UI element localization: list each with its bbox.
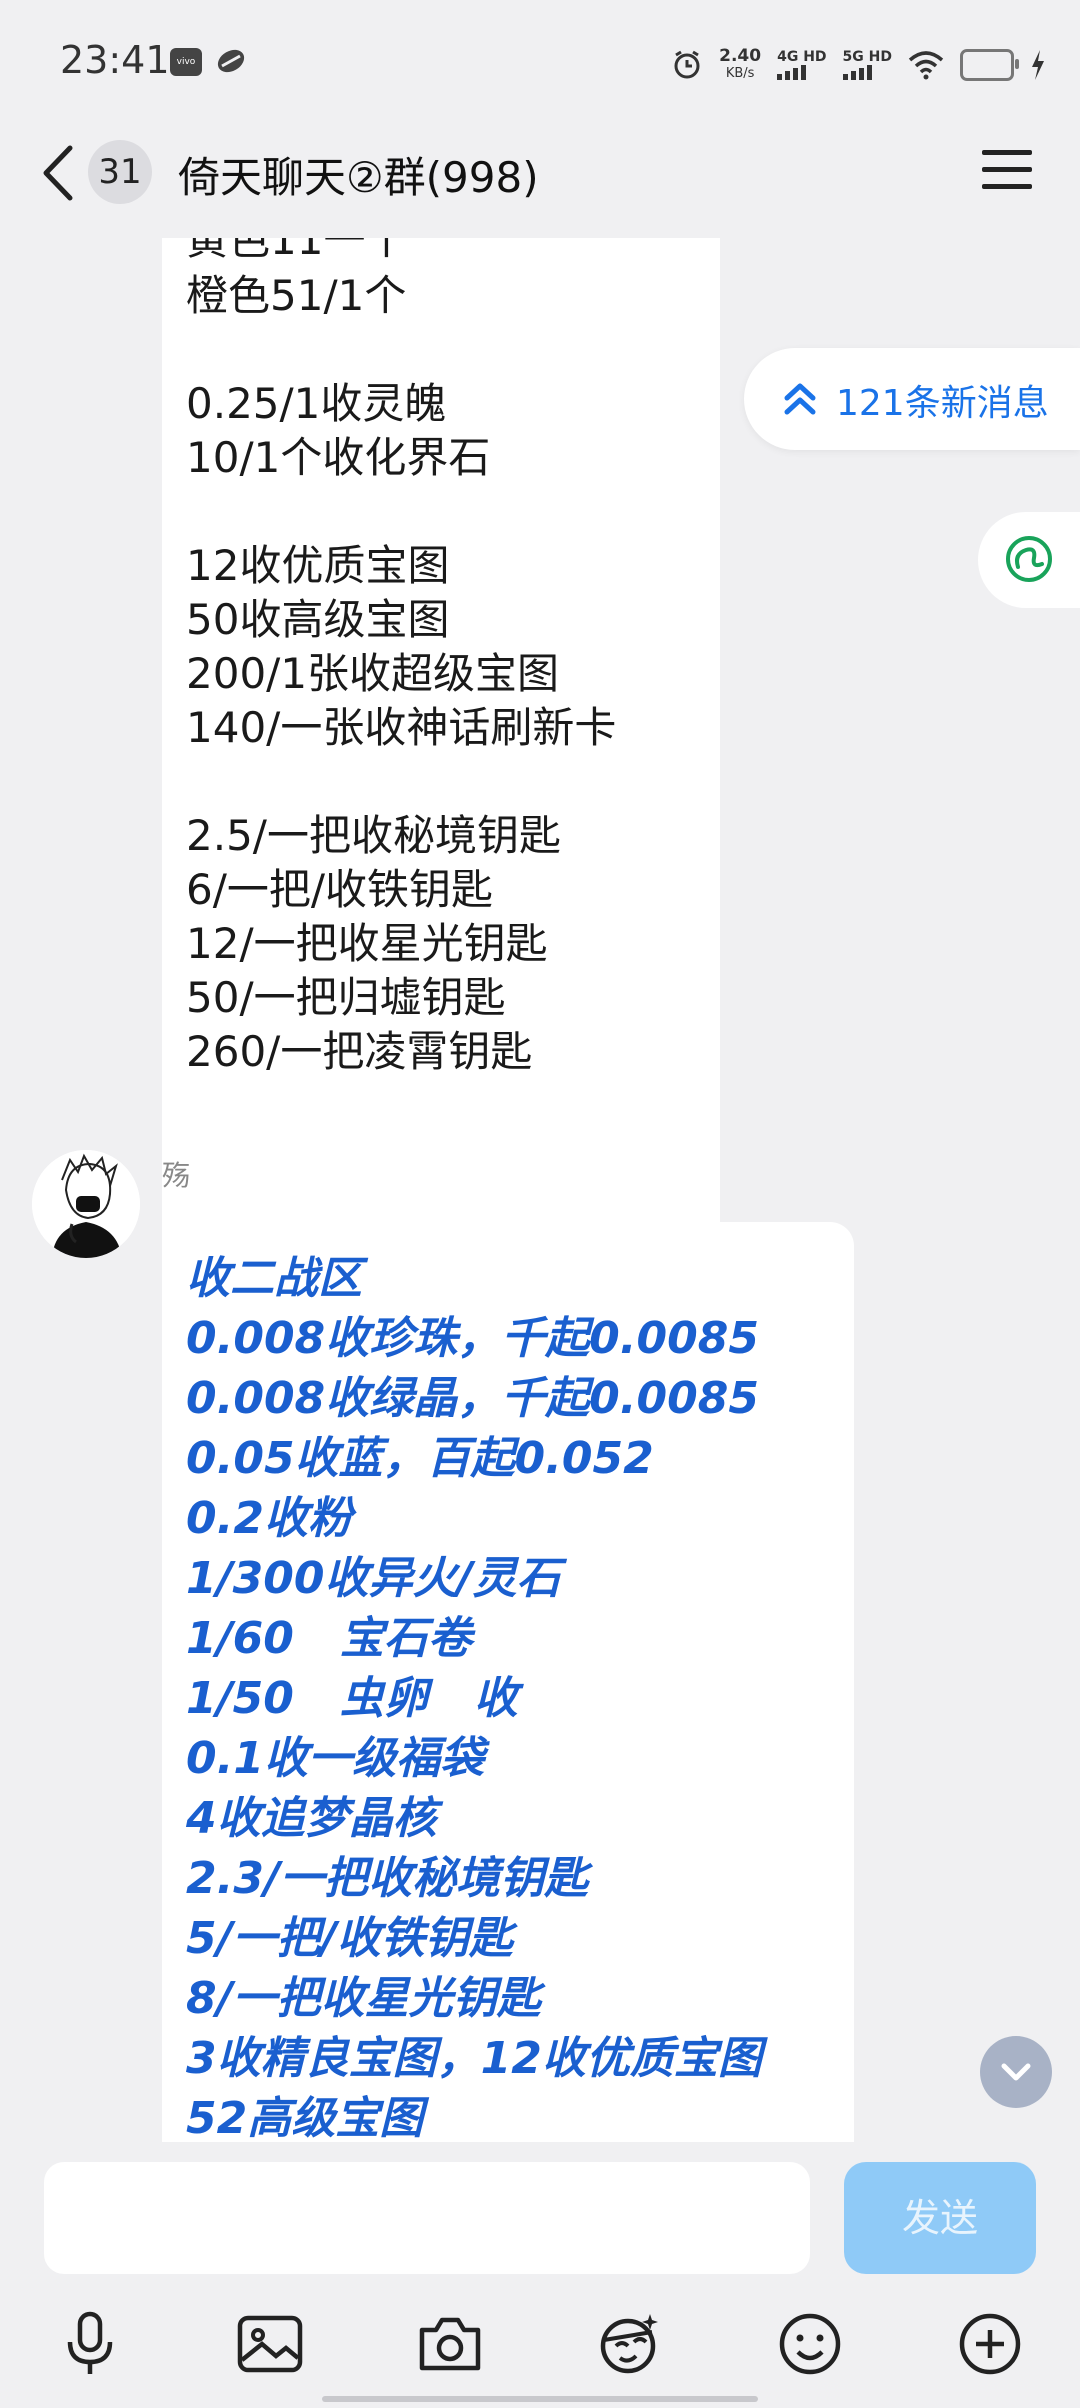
message-line: 0.1收一级福袋 [186, 1733, 484, 1784]
sender-name: 殇 [162, 1159, 191, 1192]
message-line: 8/一把收星光钥匙 [186, 1973, 541, 2024]
message-line: 5/一把/收铁钥匙 [186, 1913, 513, 1964]
input-area: 发送 [0, 2142, 1080, 2408]
input-toolbar [0, 2308, 1080, 2388]
message-input[interactable] [44, 2162, 810, 2274]
status-bar: 23:41 vivo 2.40 KB/s 4G HD 5G HD [0, 0, 1080, 120]
home-indicator[interactable] [322, 2396, 758, 2402]
send-button[interactable]: 发送 [844, 2162, 1036, 2274]
message-line: 橙色51/1个 [186, 271, 407, 320]
message-line: 0.05收蓝，百起0.052 [186, 1433, 654, 1484]
message-line: 6/一把/收铁钥匙 [186, 865, 494, 914]
new-messages-button[interactable]: 121条新消息 [744, 348, 1080, 450]
chat-title: 倚天聊天②群(998) [178, 153, 539, 202]
camera-icon[interactable] [414, 2308, 486, 2380]
app-notification-icon [217, 49, 245, 73]
mic-icon[interactable] [54, 2308, 126, 2380]
message-line: 50/一把归墟钥匙 [186, 973, 506, 1022]
message-line: 4收追梦晶核 [186, 1793, 437, 1844]
charging-icon [1032, 50, 1044, 80]
emoji-icon[interactable] [774, 2308, 846, 2380]
menu-icon[interactable] [982, 148, 1032, 192]
back-icon[interactable] [38, 142, 78, 204]
network-speed: 2.40 KB/s [719, 46, 762, 81]
message-line: 0.008收珍珠，千起0.0085 [186, 1313, 759, 1364]
new-messages-label: 121条新消息 [836, 383, 1049, 424]
message-line: 1/50 虫卵 收 [186, 1673, 518, 1724]
avatar[interactable] [32, 1150, 140, 1258]
message-line: 12收优质宝图 [186, 541, 450, 590]
plus-icon[interactable] [954, 2308, 1026, 2380]
message-line: 140/一张收神话刷新卡 [186, 703, 617, 752]
wifi-icon [908, 51, 944, 80]
double-chevron-up-icon [784, 383, 816, 415]
message-line: 12/一把收星光钥匙 [186, 919, 548, 968]
floating-app-button[interactable] [978, 512, 1080, 608]
message-line: 2.5/一把收秘境钥匙 [186, 811, 561, 860]
vivo-icon: vivo [170, 48, 202, 76]
image-icon[interactable] [234, 2308, 306, 2380]
status-time: 23:41 [60, 38, 170, 82]
alarm-icon [674, 50, 700, 79]
message-line: 260/一把凌霄钥匙 [186, 1027, 533, 1076]
message-line: 50收高级宝图 [186, 595, 450, 644]
chat-message-list[interactable]: 黄色11一个 橙色51/1个 0.25/1收灵魄 10/1个收化界石 12收优质… [0, 238, 1080, 2143]
message-line: 3收精良宝图，12收优质宝图 [186, 2033, 762, 2084]
signal-4g: 4G HD [777, 50, 827, 80]
message-line: 1/300收异火/灵石 [186, 1553, 561, 1604]
chevron-down-icon [1001, 2063, 1031, 2081]
message-bubble[interactable]: 黄色11一个 橙色51/1个 0.25/1收灵魄 10/1个收化界石 12收优质… [162, 238, 720, 1338]
message-line: 10/1个收化界石 [186, 433, 491, 482]
sticker-icon[interactable] [594, 2308, 666, 2380]
message-line: 2.3/一把收秘境钥匙 [186, 1853, 589, 1904]
unread-count-badge[interactable]: 31 [88, 140, 152, 204]
chat-header: 31 倚天聊天②群(998) [0, 120, 1080, 240]
app-swirl-icon [1006, 536, 1052, 582]
signal-5g: 5G HD [842, 50, 892, 80]
message-line: 0.25/1收灵魄 [186, 379, 447, 428]
message-line: 0.2收粉 [186, 1493, 352, 1544]
message-line: 0.008收绿晶，千起0.0085 [186, 1373, 759, 1424]
scroll-to-bottom-button[interactable] [980, 2036, 1052, 2108]
battery-icon [960, 49, 1019, 81]
message-line: 200/1张收超级宝图 [186, 649, 560, 698]
message-line: 收二战区 [186, 1253, 362, 1304]
message-line: 1/60 宝石卷 [186, 1613, 472, 1664]
message-bubble[interactable]: 收二战区 0.008收珍珠，千起0.0085 0.008收绿晶，千起0.0085… [162, 1222, 854, 2143]
message-line: 52高级宝图 [186, 2093, 424, 2143]
